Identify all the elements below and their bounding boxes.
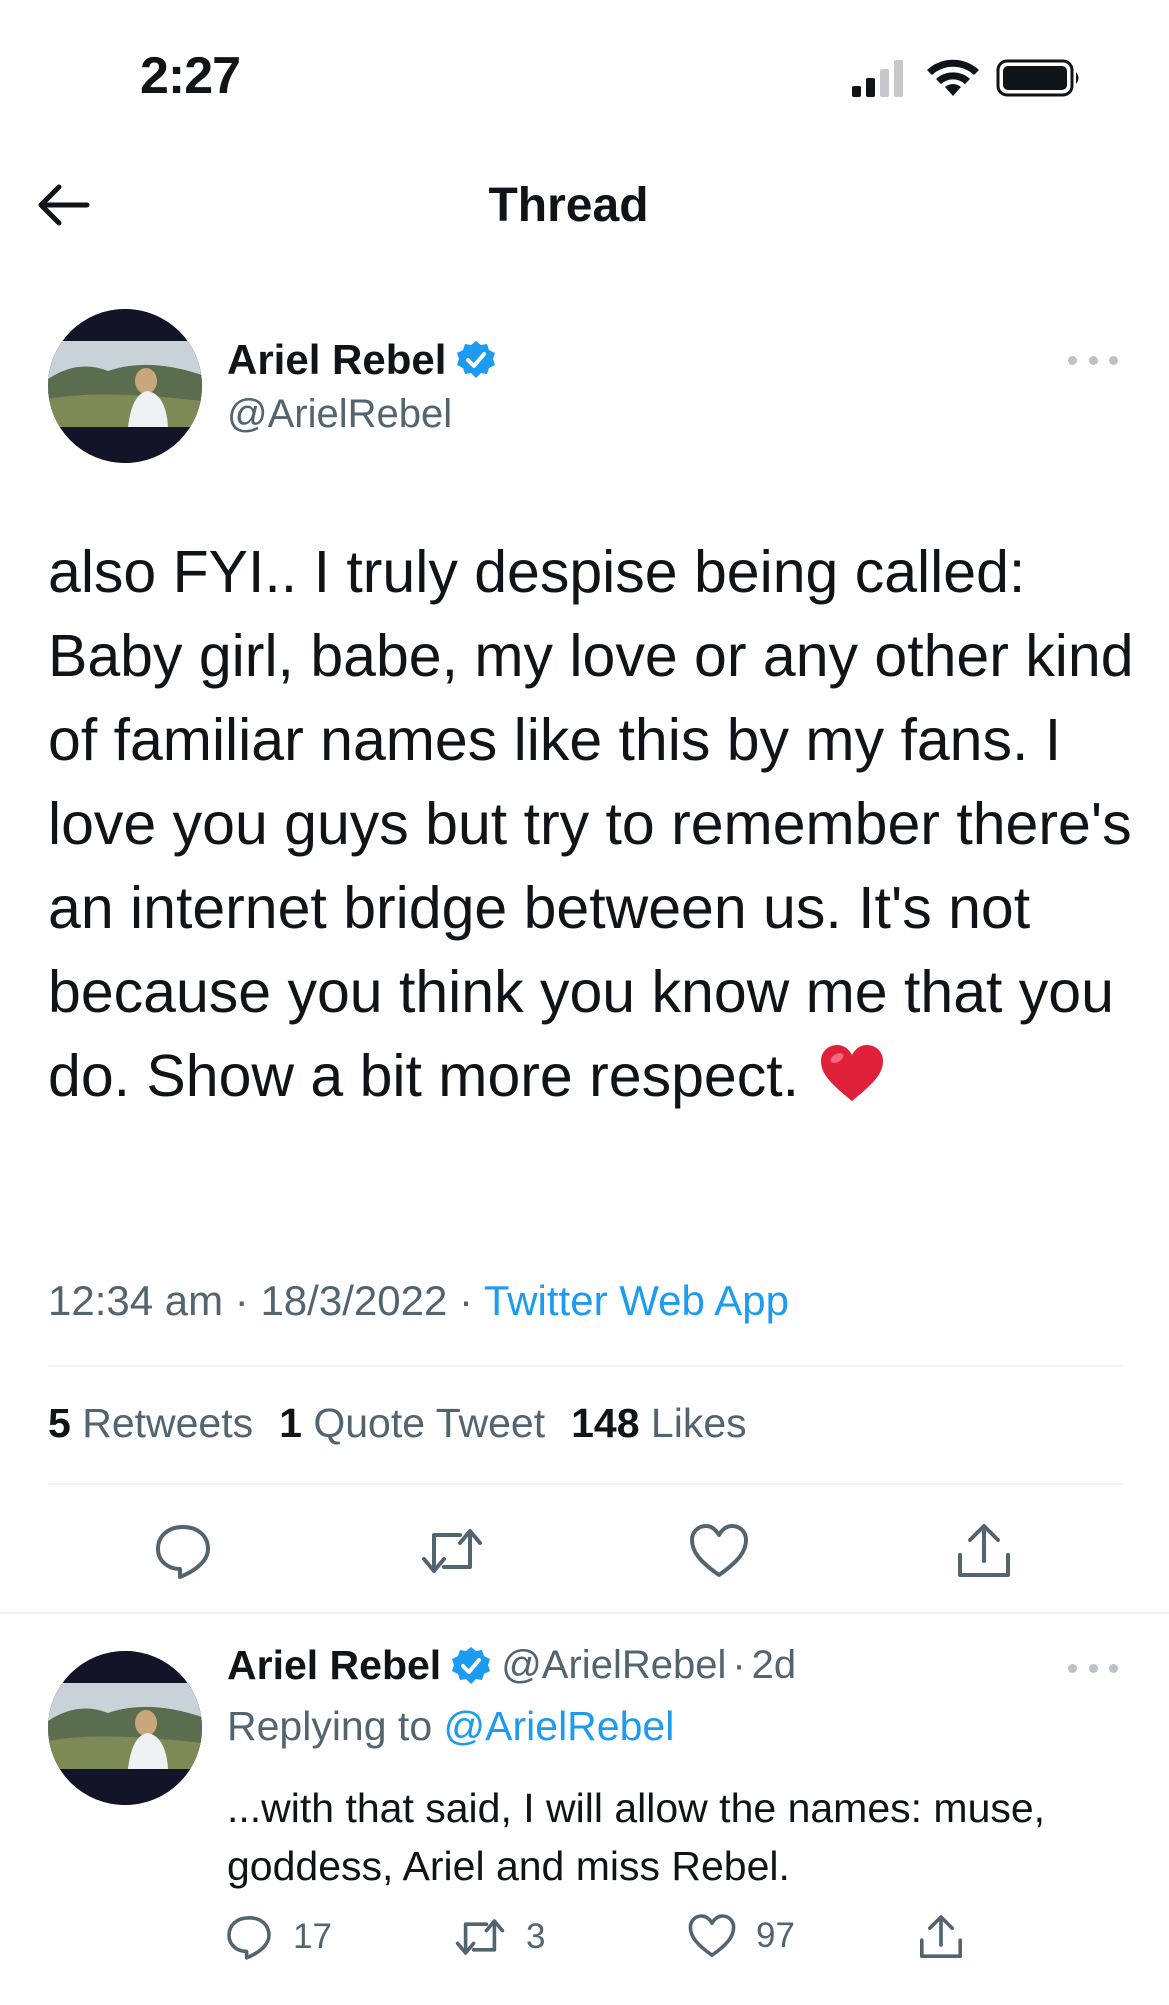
reply-avatar[interactable] — [48, 1651, 202, 1805]
reply-like-button[interactable]: 97 — [688, 1913, 795, 1959]
reply-header: Ariel Rebel @ArielRebel · 2d — [227, 1642, 796, 1689]
reply-age: 2d — [751, 1643, 797, 1687]
share-icon — [958, 1524, 1010, 1577]
author-handle[interactable]: @ArielRebel — [227, 392, 452, 437]
like-button[interactable] — [682, 1514, 756, 1588]
tweet-text-content: also FYI.. I truly despise being called:… — [48, 539, 1134, 1109]
reply-count: 17 — [293, 1917, 332, 1956]
verified-badge-icon — [452, 1646, 491, 1684]
replying-to: Replying to @ArielRebel — [227, 1703, 674, 1750]
meta-separator: · — [458, 1277, 484, 1324]
avatar[interactable] — [48, 309, 202, 463]
more-options-icon[interactable] — [1068, 350, 1118, 370]
likes-stat[interactable]: 148 Likes — [571, 1400, 747, 1447]
status-time: 2:27 — [140, 47, 241, 105]
retweet-count: 3 — [526, 1917, 546, 1956]
avatar-photo — [48, 309, 202, 463]
author-name-row[interactable]: Ariel Rebel — [227, 336, 496, 384]
like-icon — [688, 1914, 736, 1957]
quote-tweets-stat[interactable]: 1 Quote Tweet — [279, 1400, 545, 1447]
divider — [0, 1612, 1169, 1614]
like-icon — [690, 1524, 748, 1577]
reply-retweet-button[interactable]: 3 — [454, 1913, 545, 1961]
reply-more-options-icon[interactable] — [1068, 1658, 1118, 1678]
avatar-photo — [48, 1651, 202, 1805]
tweet-time: 12:34 am — [48, 1277, 224, 1324]
battery-icon — [996, 59, 1079, 97]
reply-author-name[interactable]: Ariel Rebel — [227, 1642, 491, 1689]
reply-text: ...with that said, I will allow the name… — [227, 1785, 1046, 1889]
reply-icon — [227, 1916, 271, 1960]
divider — [48, 1483, 1122, 1485]
red-heart-emoji — [820, 1045, 883, 1101]
page-title: Thread — [488, 179, 649, 232]
tweet-source-link[interactable]: Twitter Web App — [484, 1277, 789, 1324]
replying-to-mention[interactable]: @ArielRebel — [444, 1703, 675, 1749]
verified-badge-icon — [457, 341, 496, 378]
tweet-text: also FYI.. I truly despise being called:… — [48, 530, 1138, 1118]
share-button[interactable] — [947, 1514, 1021, 1588]
retweet-icon — [455, 1919, 505, 1955]
divider — [48, 1365, 1122, 1367]
retweet-icon — [422, 1529, 482, 1573]
replying-prefix: Replying to — [227, 1703, 433, 1749]
retweet-button[interactable] — [415, 1514, 489, 1588]
status-icons — [850, 56, 1095, 100]
reply-share-button[interactable] — [917, 1913, 965, 1961]
retweets-stat[interactable]: 5 Retweets — [48, 1400, 253, 1447]
cellular-signal-icon — [852, 60, 903, 97]
reply-icon — [156, 1525, 210, 1579]
reply-author-handle[interactable]: @ArielRebel — [501, 1643, 726, 1688]
like-count: 97 — [756, 1916, 795, 1955]
tweet-date: 18/3/2022 — [260, 1277, 448, 1324]
author-name[interactable]: Ariel Rebel — [227, 336, 446, 384]
meta-separator: · — [732, 1643, 746, 1687]
reply-reply-button[interactable]: 17 — [225, 1913, 332, 1961]
reply-button[interactable] — [146, 1514, 220, 1588]
wifi-icon — [927, 59, 979, 96]
tweet-meta: 12:34 am · 18/3/2022 · Twitter Web App — [48, 1277, 789, 1325]
tweet-stats: 5 Retweets 1 Quote Tweet 148 Likes — [48, 1400, 747, 1447]
meta-separator: · — [234, 1277, 261, 1324]
share-icon — [920, 1915, 962, 1958]
